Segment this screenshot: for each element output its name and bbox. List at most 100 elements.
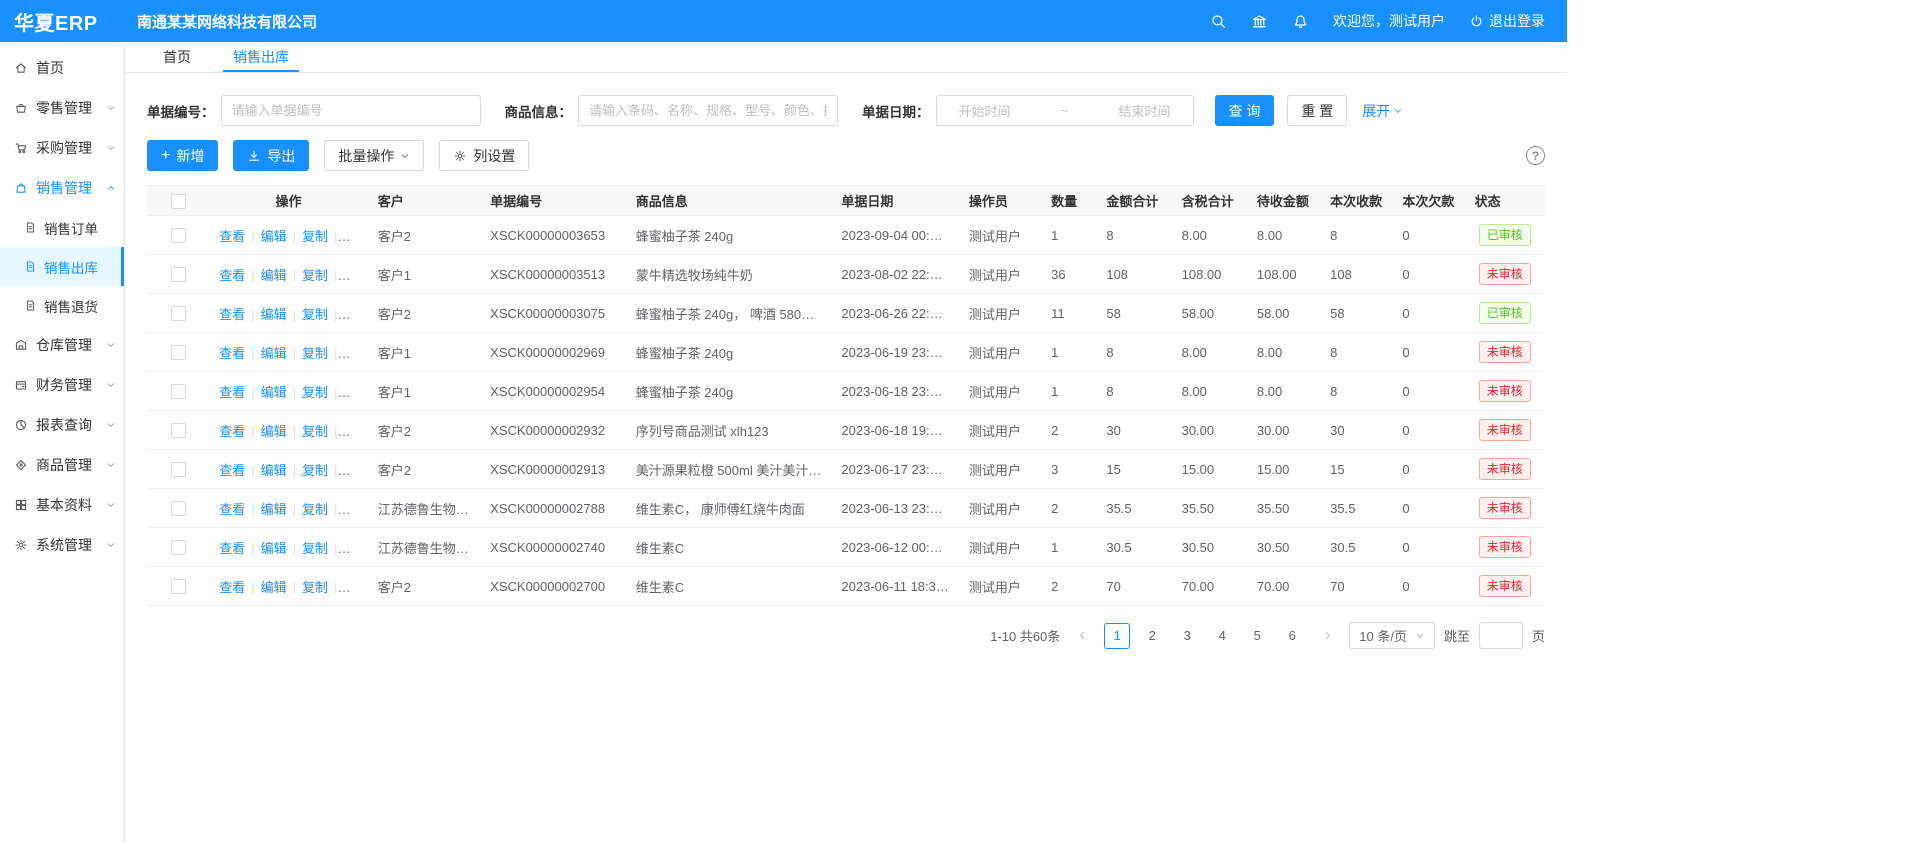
table-row[interactable]: 查看|编辑|复制|删除江苏德鲁生物科...XSCK00000002740维生素C… [147,528,1545,567]
table-row[interactable]: 查看|编辑|复制|删除客户2XSCK00000002913美汁源果粒橙 500m… [147,450,1545,489]
sidebar-item-sales[interactable]: 销售管理 [0,168,124,208]
sidebar-subitem-label: 销售出库 [44,257,98,277]
view-link[interactable]: 查看 [219,502,245,517]
row-checkbox[interactable] [171,540,186,555]
edit-link[interactable]: 编辑 [261,541,287,556]
view-link[interactable]: 查看 [219,580,245,595]
sidebar-item-system[interactable]: 系统管理 [0,525,124,565]
bill-no-input[interactable] [221,95,481,126]
date-range-picker[interactable]: 开始时间 ~ 结束时间 [936,95,1194,126]
copy-link[interactable]: 复制 [302,424,328,439]
sidebar-item-label: 基本资料 [36,495,92,515]
product-info-input[interactable] [578,95,838,126]
sidebar-item-goods[interactable]: 商品管理 [0,445,124,485]
expand-filters-link[interactable]: 展开 [1362,101,1403,121]
row-checkbox[interactable] [171,306,186,321]
copy-link[interactable]: 复制 [302,346,328,361]
copy-link[interactable]: 复制 [302,541,328,556]
row-checkbox[interactable] [171,345,186,360]
table-row[interactable]: 查看|编辑|复制|删除客户2XSCK00000002932序列号商品测试 xlh… [147,411,1545,450]
row-checkbox[interactable] [171,501,186,516]
sidebar-item-report[interactable]: 报表查询 [0,405,124,445]
copy-link[interactable]: 复制 [302,502,328,517]
edit-link[interactable]: 编辑 [261,502,287,517]
view-link[interactable]: 查看 [219,346,245,361]
sidebar-subitem-sales-outbound[interactable]: 销售出库 [0,247,124,286]
copy-link[interactable]: 复制 [302,580,328,595]
export-button[interactable]: 导出 [233,140,309,171]
report-icon [14,418,28,432]
copy-link[interactable]: 复制 [302,268,328,283]
copy-link[interactable]: 复制 [302,229,328,244]
sidebar-subitem-sales-order[interactable]: 销售订单 [0,208,124,247]
sidebar-item-home[interactable]: 首页 [0,48,124,88]
edit-link[interactable]: 编辑 [261,229,287,244]
edit-link[interactable]: 编辑 [261,346,287,361]
page-button-4[interactable]: 4 [1209,623,1235,649]
bank-icon[interactable] [1251,13,1268,30]
sidebar-item-purchase[interactable]: 采购管理 [0,128,124,168]
sidebar-subitem-sales-return[interactable]: 销售退货 [0,286,124,325]
view-link[interactable]: 查看 [219,463,245,478]
edit-link[interactable]: 编辑 [261,463,287,478]
page-button-5[interactable]: 5 [1244,623,1270,649]
view-link[interactable]: 查看 [219,541,245,556]
view-link[interactable]: 查看 [219,385,245,400]
sidebar-item-finance[interactable]: 财务管理 [0,365,124,405]
row-checkbox[interactable] [171,228,186,243]
row-checkbox[interactable] [171,462,186,477]
app-logo[interactable]: 华夏ERP [0,7,125,36]
search-button[interactable]: 查 询 [1215,95,1275,126]
bell-icon[interactable] [1292,13,1309,30]
table-row[interactable]: 查看|编辑|复制|删除客户2XSCK00000003653蜂蜜柚子茶 240g2… [147,216,1545,255]
page-button-1[interactable]: 1 [1104,623,1130,649]
table-row[interactable]: 查看|编辑|复制|删除客户1XSCK00000002969蜂蜜柚子茶 240g2… [147,333,1545,372]
page-button-2[interactable]: 2 [1139,623,1165,649]
prev-page-button[interactable] [1069,623,1095,649]
row-checkbox[interactable] [171,579,186,594]
view-link[interactable]: 查看 [219,307,245,322]
row-checkbox[interactable] [171,267,186,282]
table-row[interactable]: 查看|编辑|复制|删除江苏德鲁生物科...XSCK00000002788维生素C… [147,489,1545,528]
select-all-checkbox[interactable] [171,194,186,209]
edit-link[interactable]: 编辑 [261,385,287,400]
cell-receivable: 35.50 [1247,489,1320,528]
reset-button[interactable]: 重 置 [1287,95,1347,126]
sidebar-item-basic[interactable]: 基本资料 [0,485,124,525]
column-settings-button[interactable]: 列设置 [439,140,529,171]
expand-label: 展开 [1362,101,1390,121]
edit-link[interactable]: 编辑 [261,424,287,439]
row-checkbox[interactable] [171,423,186,438]
table-row[interactable]: 查看|编辑|复制|删除客户2XSCK00000003075蜂蜜柚子茶 240g，… [147,294,1545,333]
row-checkbox[interactable] [171,384,186,399]
edit-link[interactable]: 编辑 [261,580,287,595]
copy-link[interactable]: 复制 [302,307,328,322]
edit-link[interactable]: 编辑 [261,268,287,283]
help-icon[interactable]: ? [1526,146,1545,165]
tab-home[interactable]: 首页 [163,42,191,72]
sidebar-item-warehouse[interactable]: 仓库管理 [0,325,124,365]
page-size-select[interactable]: 10 条/页 [1349,622,1435,649]
view-link[interactable]: 查看 [219,424,245,439]
cell-product: 维生素C， 康师傅红烧牛肉面 [626,489,832,528]
page-button-6[interactable]: 6 [1279,623,1305,649]
status-badge: 未审核 [1479,458,1531,480]
logout-button[interactable]: 退出登录 [1469,11,1545,31]
edit-link[interactable]: 编辑 [261,307,287,322]
copy-link[interactable]: 复制 [302,385,328,400]
table-row[interactable]: 查看|编辑|复制|删除客户2XSCK00000002700维生素C2023-06… [147,567,1545,606]
batch-operations-button[interactable]: 批量操作 [324,140,424,171]
sidebar-item-retail[interactable]: 零售管理 [0,88,124,128]
page-button-3[interactable]: 3 [1174,623,1200,649]
copy-link[interactable]: 复制 [302,463,328,478]
table-row[interactable]: 查看|编辑|复制|删除客户1XSCK00000003513蒙牛精选牧场纯牛奶20… [147,255,1545,294]
tab-sales-outbound[interactable]: 销售出库 [233,42,289,72]
cell-received: 30 [1320,411,1392,450]
jump-page-input[interactable] [1479,622,1523,649]
search-icon[interactable] [1210,13,1227,30]
next-page-button[interactable] [1314,623,1340,649]
view-link[interactable]: 查看 [219,229,245,244]
table-row[interactable]: 查看|编辑|复制|删除客户1XSCK00000002954蜂蜜柚子茶 240g2… [147,372,1545,411]
add-button[interactable]: + 新增 [147,140,218,171]
view-link[interactable]: 查看 [219,268,245,283]
